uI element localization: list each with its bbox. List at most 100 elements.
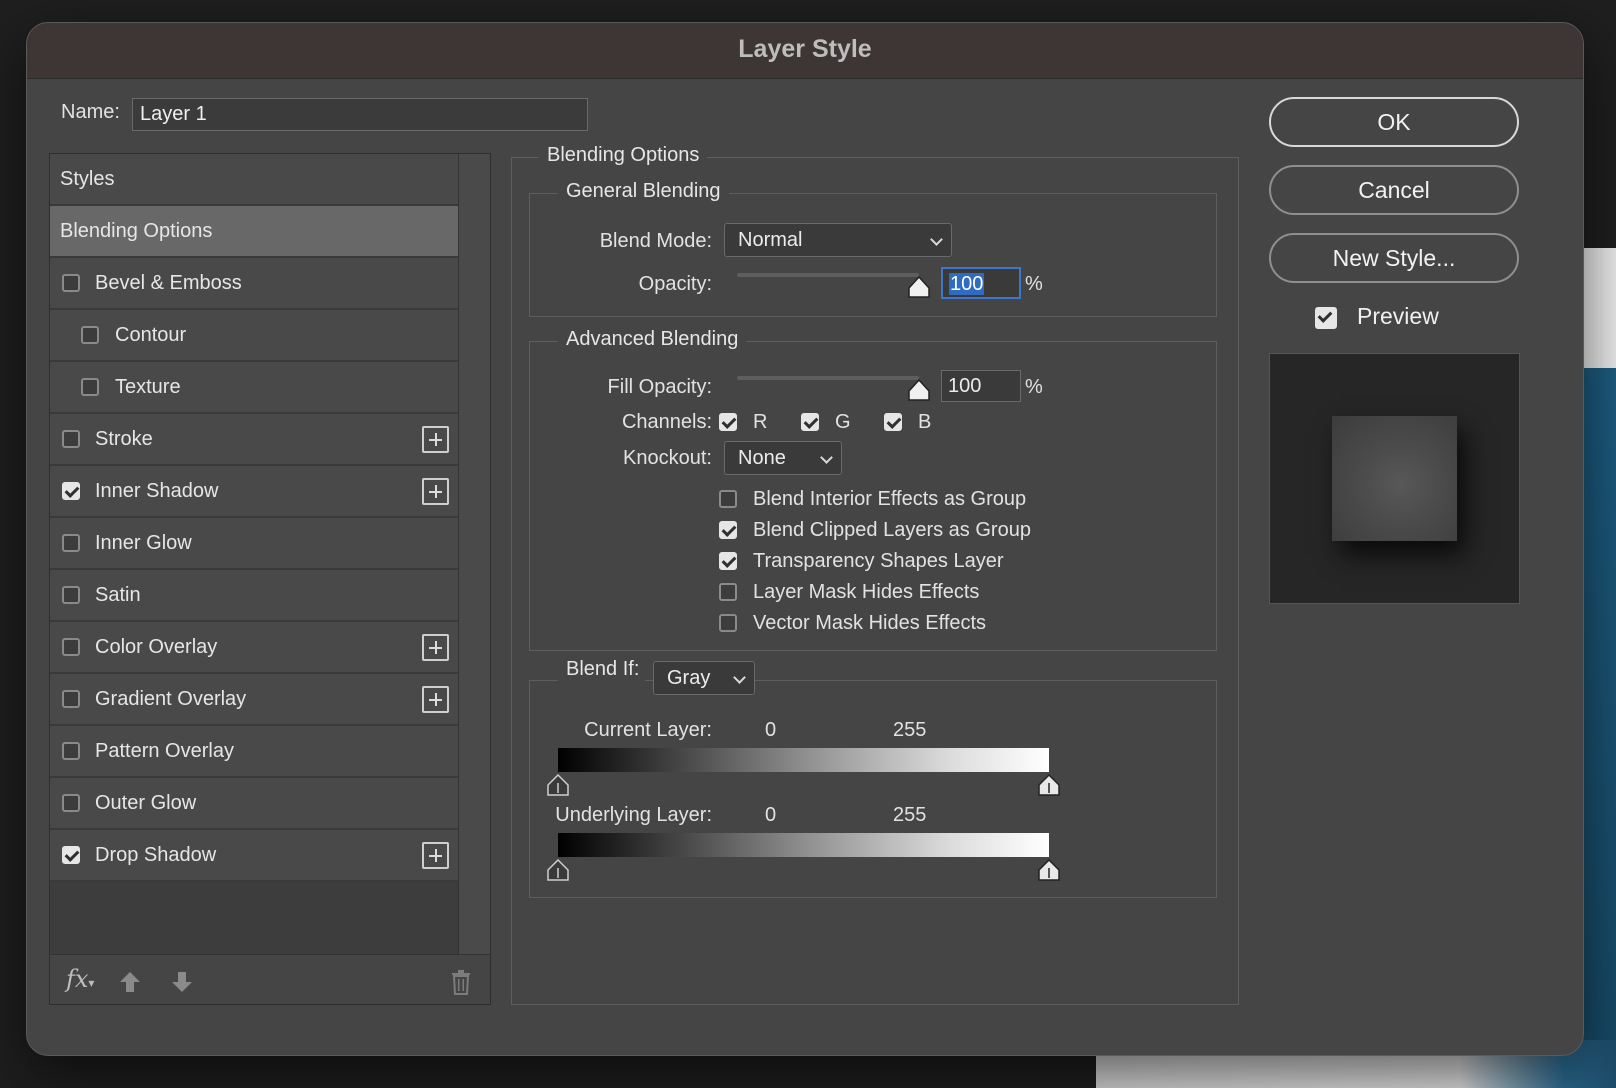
style-item-label: Outer Glow [95, 792, 197, 814]
stroke-checkbox[interactable] [62, 430, 80, 448]
add-inner-shadow-icon[interactable] [422, 478, 449, 505]
satin-checkbox[interactable] [62, 586, 80, 604]
bevel-and-emboss-checkbox[interactable] [62, 274, 80, 292]
style-item-contour[interactable]: Contour [50, 310, 458, 362]
blend-if-dropdown[interactable]: Gray [653, 661, 755, 695]
style-item-label: Satin [95, 584, 141, 606]
underlying-layer-white-marker[interactable] [1037, 859, 1061, 881]
layer-mask-hides-effects-checkbox[interactable] [719, 583, 737, 601]
texture-checkbox[interactable] [81, 378, 99, 396]
blend-clipped-layers-as-group-checkbox[interactable] [719, 521, 737, 539]
blend-interior-effects-as-group-checkbox[interactable] [719, 490, 737, 508]
blending-options-title: Blending Options [539, 144, 708, 167]
style-item-bevel-and-emboss[interactable]: Bevel & Emboss [50, 258, 458, 310]
underlying-layer-label: Underlying Layer: [555, 804, 712, 826]
add-stroke-icon[interactable] [422, 426, 449, 453]
fill-opacity-slider[interactable] [737, 376, 919, 380]
channel-r-label: R [753, 411, 768, 433]
style-item-label: Bevel & Emboss [95, 272, 242, 294]
fx-icon[interactable]: fx▾ [66, 965, 94, 993]
vector-mask-hides-effects-checkbox[interactable] [719, 614, 737, 632]
style-item-inner-glow[interactable]: Inner Glow [50, 518, 458, 570]
style-item-drop-shadow[interactable]: Drop Shadow [50, 830, 458, 882]
channel-g-label: G [835, 411, 851, 433]
color-overlay-checkbox[interactable] [62, 638, 80, 656]
current-layer-label: Current Layer: [584, 719, 712, 741]
inner-shadow-checkbox[interactable] [62, 482, 80, 500]
preview-thumbnail [1269, 353, 1520, 604]
layer-mask-hides-effects-label: Layer Mask Hides Effects [753, 581, 980, 603]
add-color-overlay-icon[interactable] [422, 634, 449, 661]
vector-mask-hides-effects-label: Vector Mask Hides Effects [753, 612, 987, 634]
blend-if-label: Blend If: [558, 651, 646, 687]
style-item-label: Drop Shadow [95, 844, 217, 866]
style-item-label: Inner Shadow [95, 480, 219, 502]
name-input[interactable]: Layer 1 [132, 98, 588, 131]
add-gradient-overlay-icon[interactable] [422, 686, 449, 713]
add-drop-shadow-icon[interactable] [422, 842, 449, 869]
styles-footer: fx▾ [50, 954, 490, 1004]
style-item-label: Color Overlay [95, 636, 218, 658]
transparency-shapes-layer-label: Transparency Shapes Layer [753, 550, 1004, 572]
style-item-label: Texture [115, 376, 181, 398]
style-item-stroke[interactable]: Stroke [50, 414, 458, 466]
pattern-overlay-checkbox[interactable] [62, 742, 80, 760]
preview-label: Preview [1357, 303, 1439, 329]
contour-checkbox[interactable] [81, 326, 99, 344]
outer-glow-checkbox[interactable] [62, 794, 80, 812]
inner-glow-checkbox[interactable] [62, 534, 80, 552]
styles-list: Styles Blending Options Bevel & Emboss Cont… [50, 154, 458, 882]
current-layer-gradient [558, 748, 1049, 772]
style-item-inner-shadow[interactable]: Inner Shadow [50, 466, 458, 518]
current-layer-min: 0 [765, 719, 777, 741]
style-item-styles[interactable]: Styles [50, 154, 458, 206]
preview-checkbox[interactable] [1315, 307, 1337, 329]
general-blending-title: General Blending [558, 180, 729, 203]
style-item-blending-options[interactable]: Blending Options [50, 206, 458, 258]
channel-r-checkbox[interactable] [719, 413, 737, 431]
fill-opacity-input[interactable]: 100 [941, 370, 1021, 402]
style-item-outer-glow[interactable]: Outer Glow [50, 778, 458, 830]
underlying-layer-gradient [558, 833, 1049, 857]
styles-scrollbar[interactable] [458, 154, 490, 954]
new-style-button[interactable]: New Style... [1269, 233, 1519, 283]
current-layer-black-marker[interactable] [546, 774, 570, 796]
transparency-shapes-layer-checkbox[interactable] [719, 552, 737, 570]
style-item-gradient-overlay[interactable]: Gradient Overlay [50, 674, 458, 726]
channel-g-checkbox[interactable] [801, 413, 819, 431]
trash-icon[interactable] [450, 969, 472, 995]
gradient-overlay-checkbox[interactable] [62, 690, 80, 708]
opacity-slider[interactable] [737, 273, 919, 277]
drop-shadow-checkbox[interactable] [62, 846, 80, 864]
current-layer-white-marker[interactable] [1037, 774, 1061, 796]
current-layer-max: 255 [893, 719, 927, 741]
name-label: Name: [61, 101, 120, 123]
fill-opacity-unit: % [1025, 376, 1043, 398]
blend-mode-dropdown[interactable]: Normal [724, 223, 952, 257]
channel-b-checkbox[interactable] [884, 413, 902, 431]
opacity-slider-thumb[interactable] [907, 276, 931, 298]
dialog-title: Layer Style [27, 23, 1583, 79]
style-item-color-overlay[interactable]: Color Overlay [50, 622, 458, 674]
style-item-label: Inner Glow [95, 532, 192, 554]
chevron-down-icon [930, 233, 943, 246]
style-item-label: Gradient Overlay [95, 688, 247, 710]
knockout-dropdown[interactable]: None [724, 441, 842, 475]
blend-if-group [529, 680, 1217, 898]
style-item-pattern-overlay[interactable]: Pattern Overlay [50, 726, 458, 778]
move-down-icon[interactable] [171, 970, 193, 994]
opacity-input[interactable]: 100 [941, 267, 1021, 299]
move-up-icon[interactable] [119, 970, 141, 994]
underlying-layer-black-marker[interactable] [546, 859, 570, 881]
advanced-blending-title: Advanced Blending [558, 328, 747, 351]
style-item-texture[interactable]: Texture [50, 362, 458, 414]
style-item-label: Pattern Overlay [95, 740, 234, 762]
ok-button[interactable]: OK [1269, 97, 1519, 147]
cancel-button[interactable]: Cancel [1269, 165, 1519, 215]
blend-clipped-layers-as-group-label: Blend Clipped Layers as Group [753, 519, 1031, 541]
blend-interior-effects-as-group-label: Blend Interior Effects as Group [753, 488, 1027, 510]
style-item-satin[interactable]: Satin [50, 570, 458, 622]
layer-style-dialog: Layer Style Name: Layer 1 Styles Blending… [26, 22, 1584, 1056]
chevron-down-icon [733, 671, 746, 684]
fill-opacity-slider-thumb[interactable] [907, 379, 931, 401]
